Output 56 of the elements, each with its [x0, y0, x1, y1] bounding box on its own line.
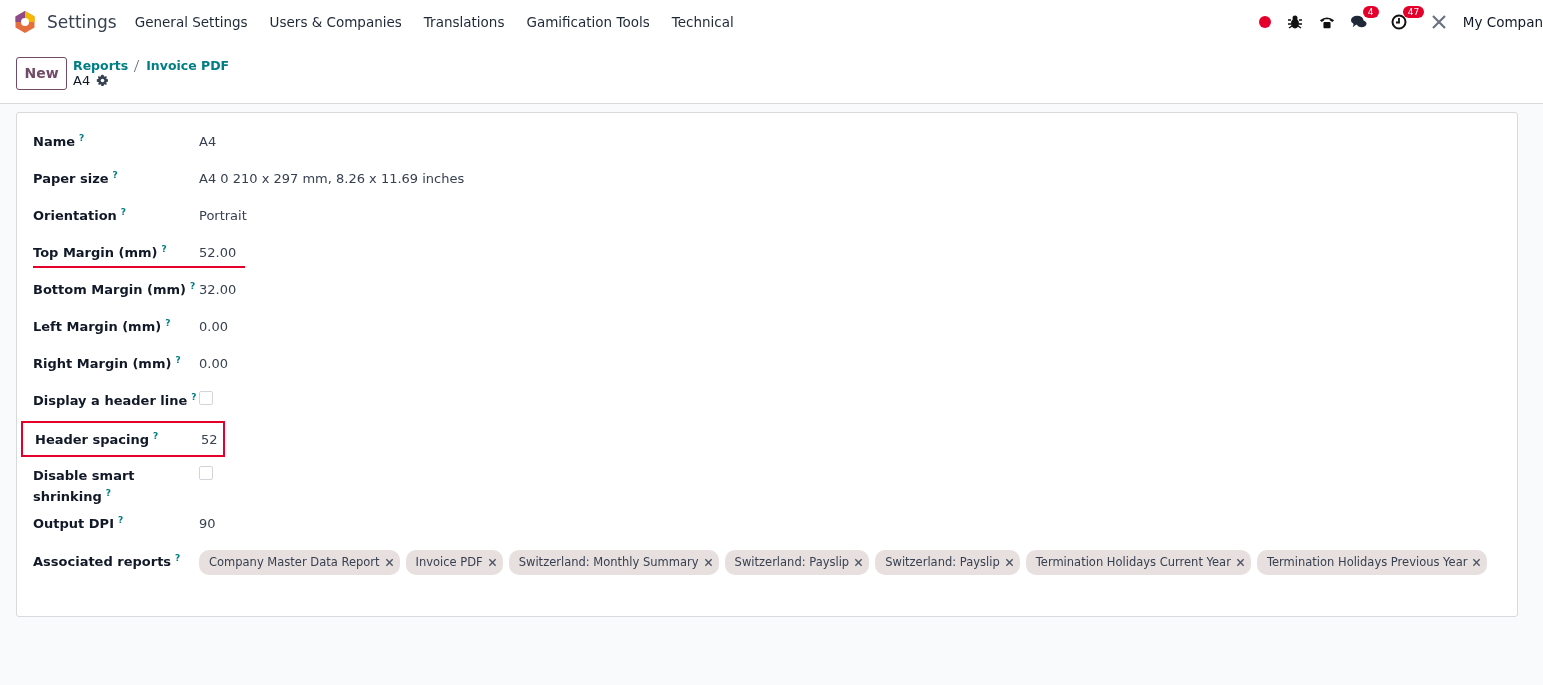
- field-label: Bottom Margin (mm) $^{?}$: [33, 282, 196, 297]
- field-label: Disable smart shrinking $^{?}$: [33, 468, 135, 504]
- field-value[interactable]: 52: [201, 432, 218, 447]
- field-value[interactable]: A4: [199, 134, 217, 149]
- tag-label: Termination Holidays Previous Year: [1266, 554, 1468, 571]
- field-label: Output DPI $^{?}$: [33, 516, 124, 531]
- field-value[interactable]: Portrait: [199, 208, 247, 223]
- field-label: Top Margin (mm) $^{?}$: [33, 245, 167, 260]
- menu-item[interactable]: Translations: [423, 13, 505, 30]
- menu-item[interactable]: Technical: [671, 13, 734, 30]
- field-value[interactable]: 32.00: [199, 282, 237, 297]
- close-icon[interactable]: [703, 558, 713, 567]
- field-label: Right Margin (mm) $^{?}$: [33, 356, 181, 371]
- tag-label: Termination Holidays Current Year: [1035, 554, 1231, 571]
- checkbox[interactable]: [199, 391, 213, 405]
- field-label: Header spacing $^{?}$: [35, 432, 159, 447]
- field-label: Orientation $^{?}$: [33, 208, 127, 223]
- close-icon[interactable]: [1235, 558, 1245, 567]
- breadcrumb-link[interactable]: Invoice PDF: [146, 58, 230, 73]
- field-label: Paper size $^{?}$: [33, 171, 118, 186]
- tag-label: Switzerland: Payslip: [734, 554, 850, 571]
- clock-icon[interactable]: [1390, 13, 1407, 30]
- tag-label: Company Master Data Report: [209, 554, 380, 571]
- app-logo-icon[interactable]: [15, 10, 35, 33]
- breadcrumb-link[interactable]: Reports: [73, 58, 129, 73]
- field-label: Name $^{?}$: [33, 134, 85, 149]
- record-title: A4: [73, 73, 91, 88]
- message-count: 4: [1362, 5, 1379, 18]
- settings-icon[interactable]: [96, 74, 110, 87]
- close-icon[interactable]: [1472, 558, 1482, 567]
- menu-item[interactable]: Gamification Tools: [526, 13, 650, 30]
- tag-label: Switzerland: Monthly Summary: [518, 554, 699, 571]
- menu-item[interactable]: Users & Companies: [269, 13, 402, 30]
- field-value[interactable]: 0.00: [199, 356, 228, 371]
- close-icon[interactable]: [487, 558, 497, 567]
- field-label: Display a header line $^{?}$: [33, 393, 197, 408]
- activity-count: 47: [1402, 5, 1425, 18]
- field-label: Associated reports $^{?}$: [33, 554, 181, 569]
- record-dot-icon[interactable]: [1258, 15, 1271, 28]
- field-value[interactable]: A4 0 210 x 297 mm, 8.26 x 11.69 inches: [199, 171, 465, 186]
- field-label: Left Margin (mm) $^{?}$: [33, 319, 171, 334]
- new-button[interactable]: New: [16, 56, 67, 90]
- field-value[interactable]: 90: [199, 516, 216, 531]
- bug-icon[interactable]: [1286, 13, 1303, 30]
- chat-icon[interactable]: [1350, 13, 1367, 30]
- company-switcher[interactable]: My Compan: [1462, 13, 1543, 30]
- checkbox[interactable]: [199, 466, 213, 480]
- tag-label: Invoice PDF: [415, 554, 483, 571]
- close-icon[interactable]: [854, 558, 864, 567]
- app-name[interactable]: Settings: [47, 11, 117, 32]
- field-value[interactable]: 0.00: [199, 319, 228, 334]
- field-value[interactable]: 52.00: [199, 245, 237, 260]
- close-icon[interactable]: [1004, 558, 1014, 567]
- menu-item[interactable]: General Settings: [134, 13, 248, 30]
- tag-label: Switzerland: Payslip: [885, 554, 1000, 571]
- close-icon[interactable]: [384, 558, 394, 567]
